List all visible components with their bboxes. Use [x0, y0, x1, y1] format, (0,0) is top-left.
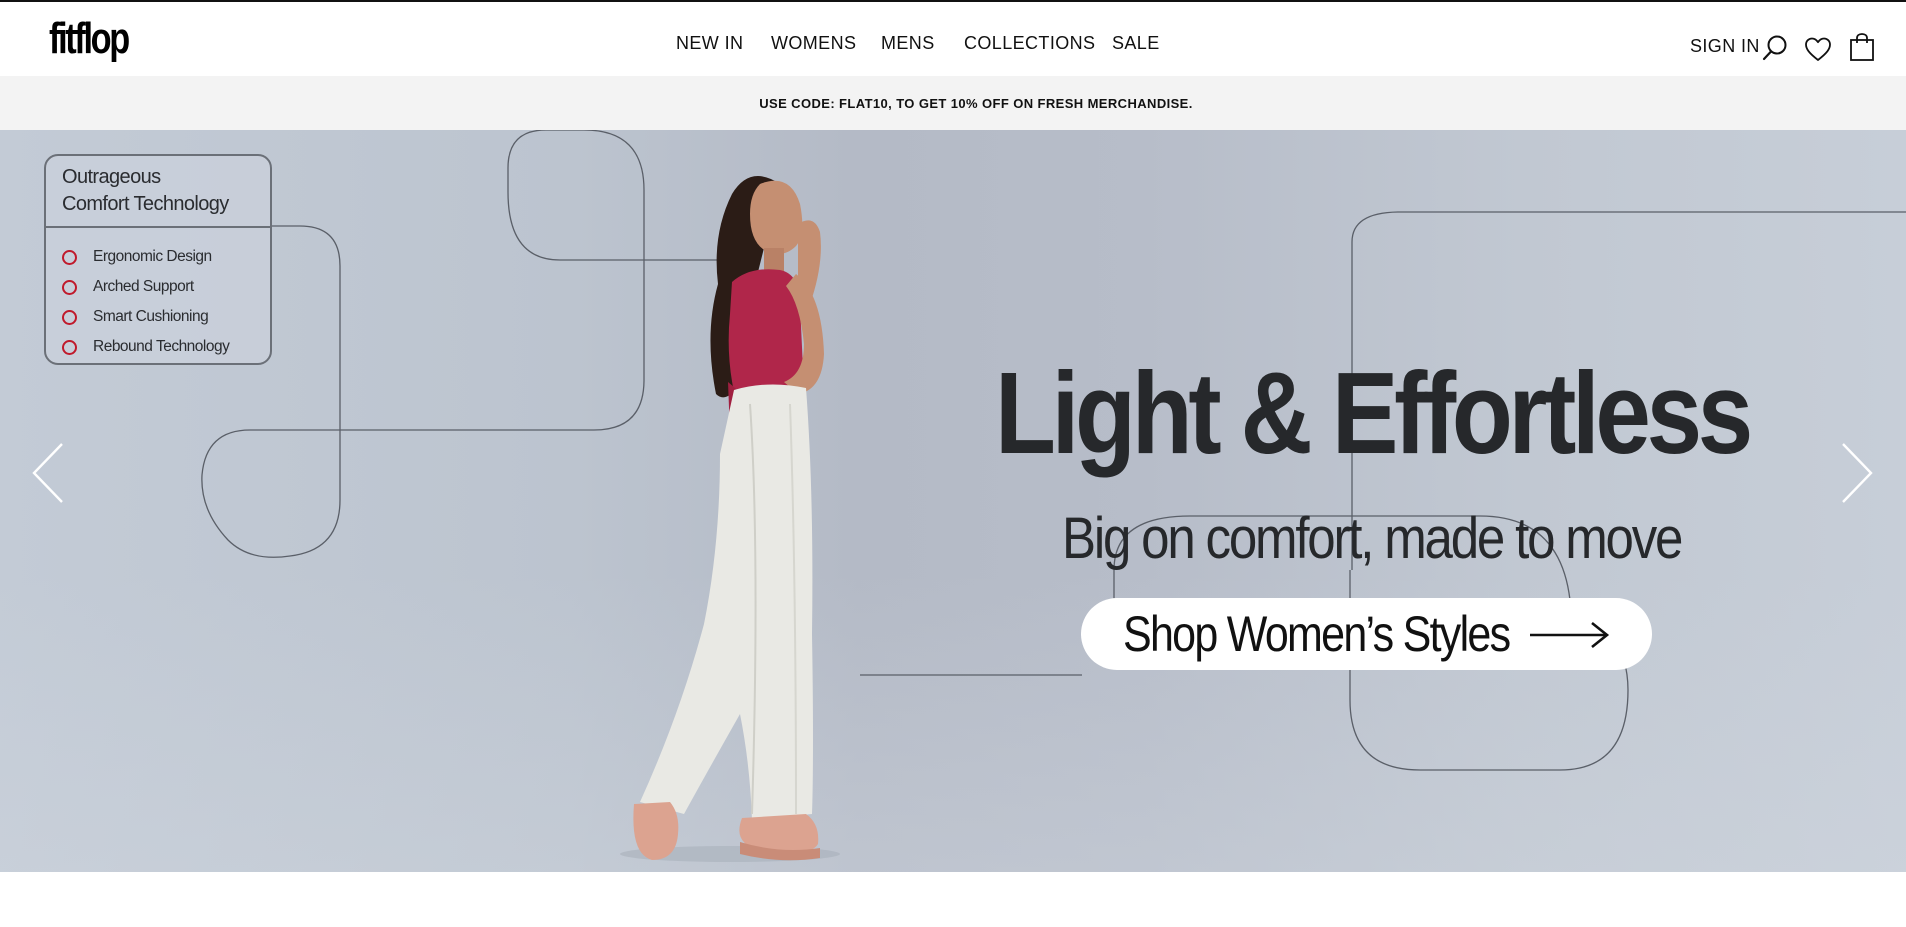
chevron-right-icon[interactable] — [1837, 438, 1877, 508]
sign-in-link[interactable]: SIGN IN — [1690, 35, 1760, 57]
nav-new-in-label: NEW IN — [676, 33, 744, 53]
promo-banner: USE CODE: FLAT10, TO GET 10% OFF ON FRES… — [0, 76, 1906, 130]
promo-text: USE CODE: FLAT10, TO GET 10% OFF ON FRES… — [759, 95, 1193, 111]
tech-feature-item: Ergonomic Design — [62, 242, 229, 272]
shop-womens-styles-button[interactable]: Shop Women’s Styles — [1081, 598, 1652, 670]
heart-icon[interactable] — [1804, 36, 1832, 62]
tech-feature-item: Arched Support — [62, 272, 229, 302]
nav-collections-label: COLLECTIONS — [964, 33, 1096, 53]
hero-headline: Light & Effortless — [995, 348, 1753, 478]
nav-mens-label: MENS — [881, 33, 935, 53]
bullet-icon — [62, 339, 77, 355]
tech-feature-item: Rebound Technology — [62, 332, 230, 362]
tech-feature-label: Arched Support — [93, 278, 194, 295]
fitflop-logo[interactable]: fitflop — [49, 12, 130, 66]
search-icon[interactable] — [1761, 34, 1789, 62]
hero-subheadline: Big on comfort, made to move — [1062, 506, 1683, 571]
nav-womens[interactable]: WOMENS — [771, 32, 856, 54]
tech-feature-label: Ergonomic Design — [93, 248, 212, 265]
tech-feature-label: Rebound Technology — [93, 338, 230, 355]
tech-box-title: Outrageous Comfort Technology — [62, 164, 262, 218]
tech-box-title-line2: Comfort Technology — [62, 193, 229, 215]
arrow-right-icon — [1530, 621, 1610, 649]
bullet-icon — [62, 249, 77, 265]
tech-box-divider — [46, 226, 270, 228]
tech-feature-item: Smart Cushioning — [62, 302, 229, 332]
tech-feature-list: Ergonomic Design Arched Support Smart Cu… — [62, 242, 230, 362]
comfort-technology-box: Outrageous Comfort Technology Ergonomic … — [44, 154, 272, 365]
bullet-icon — [62, 309, 77, 325]
site-header: fitflop NEW IN WOMENS MENS COLLECTIONS S… — [0, 2, 1906, 76]
cta-label: Shop Women’s Styles — [1123, 606, 1511, 662]
nav-sale[interactable]: SALE — [1112, 32, 1160, 54]
nav-collections[interactable]: COLLECTIONS — [964, 32, 1095, 54]
nav-mens[interactable]: MENS — [881, 32, 935, 54]
shopping-bag-icon[interactable] — [1849, 32, 1875, 62]
nav-womens-label: WOMENS — [771, 33, 857, 53]
nav-new-in[interactable]: NEW IN — [676, 32, 743, 54]
nav-sale-label: SALE — [1112, 33, 1160, 53]
decorative-outline-shapes — [201, 130, 1906, 771]
hero-banner: Outrageous Comfort Technology Ergonomic … — [0, 130, 1906, 872]
tech-box-title-line1: Outrageous — [62, 166, 161, 188]
bullet-icon — [62, 279, 77, 295]
chevron-left-icon[interactable] — [28, 438, 68, 508]
tech-feature-label: Smart Cushioning — [93, 308, 209, 325]
model-image — [600, 154, 880, 864]
